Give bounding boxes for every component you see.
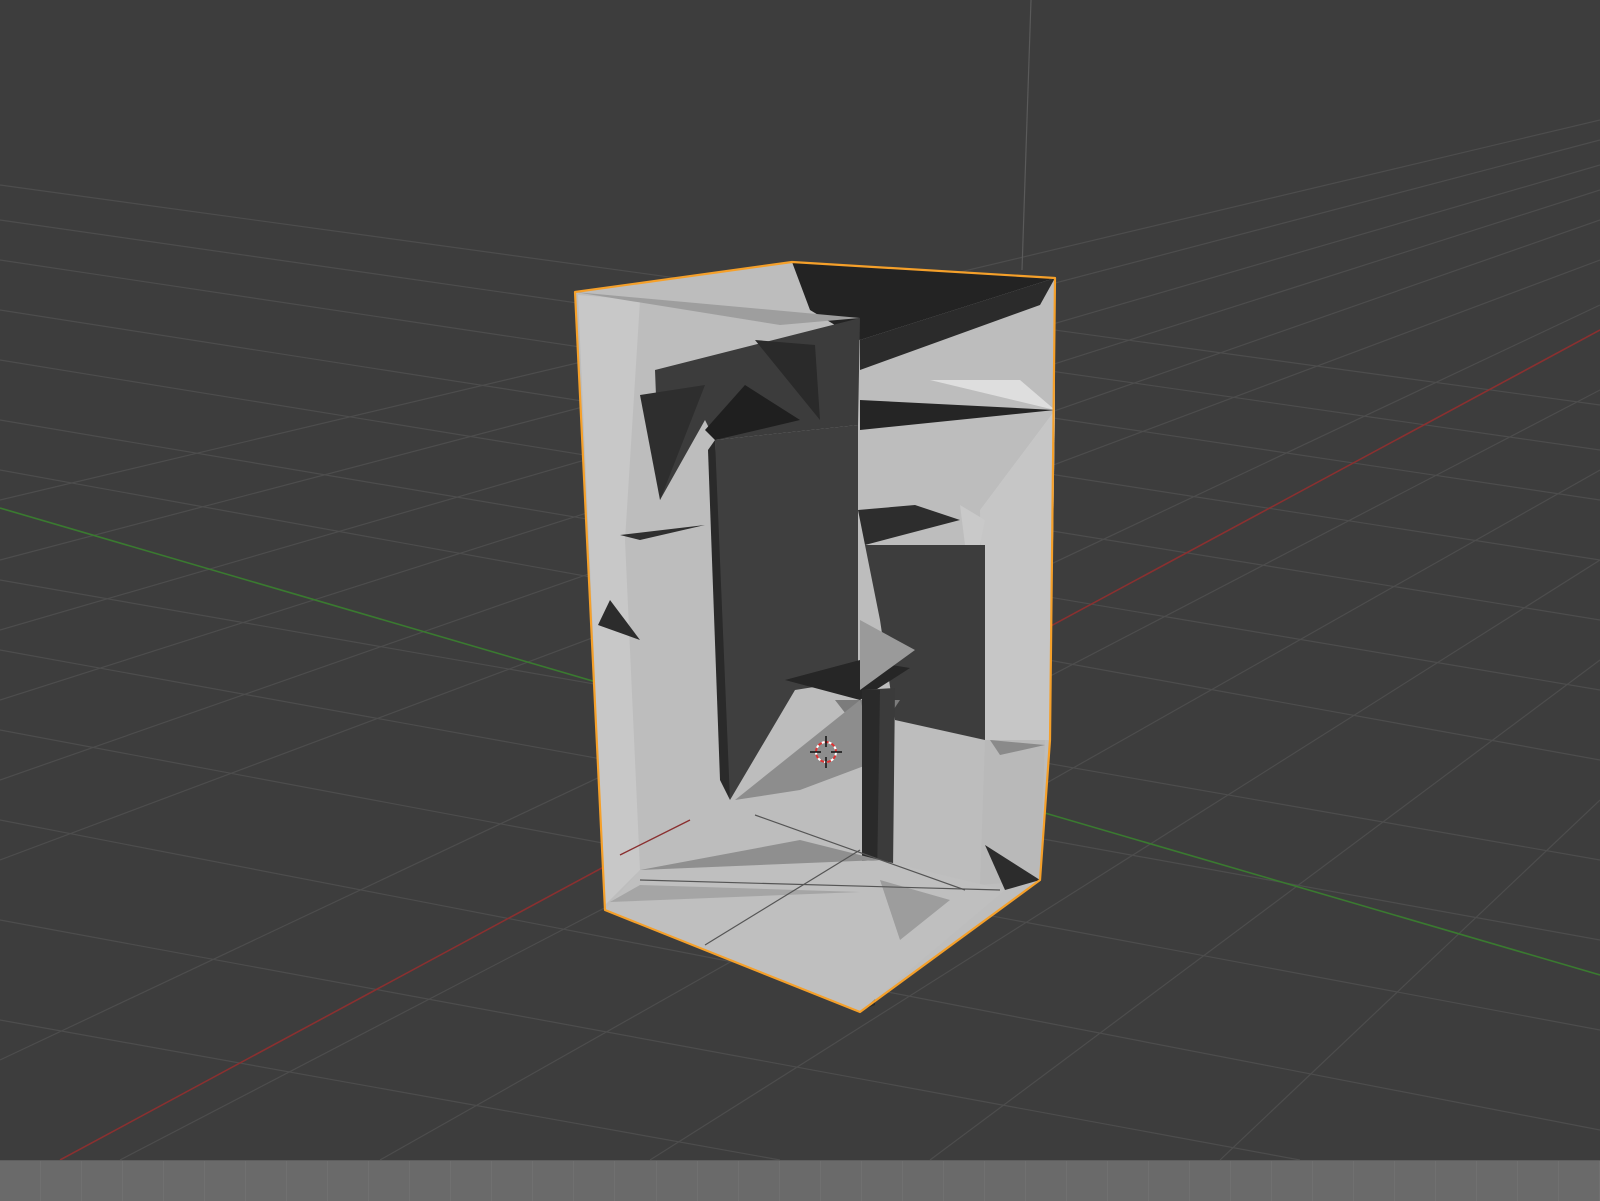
timeline-segment[interactable] (657, 1161, 698, 1201)
timeline-segment[interactable] (205, 1161, 247, 1201)
timeline-segment[interactable] (1149, 1161, 1190, 1201)
timeline-segment[interactable] (698, 1161, 739, 1201)
timeline-segment[interactable] (944, 1161, 985, 1201)
timeline-segment[interactable] (1354, 1161, 1396, 1201)
timeline-segment[interactable] (533, 1161, 575, 1201)
timeline-segment[interactable] (1108, 1161, 1149, 1201)
timeline-segment[interactable] (1518, 1161, 1560, 1201)
timeline-strip[interactable] (0, 1160, 1600, 1201)
viewport-canvas[interactable] (0, 0, 1600, 1160)
timeline-segment[interactable] (369, 1161, 411, 1201)
timeline-segment[interactable] (1395, 1161, 1437, 1201)
timeline-segment[interactable] (246, 1161, 288, 1201)
timeline-segment[interactable] (1231, 1161, 1272, 1201)
timeline-segment[interactable] (287, 1161, 329, 1201)
timeline-segment[interactable] (123, 1161, 165, 1201)
timeline-segment[interactable] (41, 1161, 83, 1201)
timeline-segment[interactable] (1026, 1161, 1067, 1201)
timeline-segment[interactable] (410, 1161, 452, 1201)
timeline-segment[interactable] (1559, 1161, 1600, 1201)
timeline-segment[interactable] (985, 1161, 1026, 1201)
timeline-segment[interactable] (574, 1161, 616, 1201)
timeline-segment[interactable] (615, 1161, 657, 1201)
timeline-segment[interactable] (1477, 1161, 1519, 1201)
timeline-segment[interactable] (164, 1161, 206, 1201)
timeline-segment[interactable] (862, 1161, 903, 1201)
timeline-segment[interactable] (328, 1161, 370, 1201)
timeline-segment[interactable] (0, 1161, 42, 1201)
timeline-segment[interactable] (903, 1161, 944, 1201)
z-axis-line (1021, 0, 1032, 271)
3d-viewport[interactable] (0, 0, 1600, 1160)
timeline-segment[interactable] (1190, 1161, 1231, 1201)
timeline-segment[interactable] (739, 1161, 780, 1201)
timeline-segment[interactable] (82, 1161, 124, 1201)
timeline-segment[interactable] (821, 1161, 862, 1201)
timeline-segment[interactable] (1272, 1161, 1313, 1201)
timeline-segment[interactable] (1067, 1161, 1108, 1201)
timeline-segment[interactable] (1313, 1161, 1355, 1201)
mesh-object[interactable] (573, 260, 1057, 1014)
timeline-segment[interactable] (1436, 1161, 1478, 1201)
timeline-segment[interactable] (451, 1161, 493, 1201)
timeline-segment[interactable] (492, 1161, 534, 1201)
timeline-segment[interactable] (780, 1161, 821, 1201)
